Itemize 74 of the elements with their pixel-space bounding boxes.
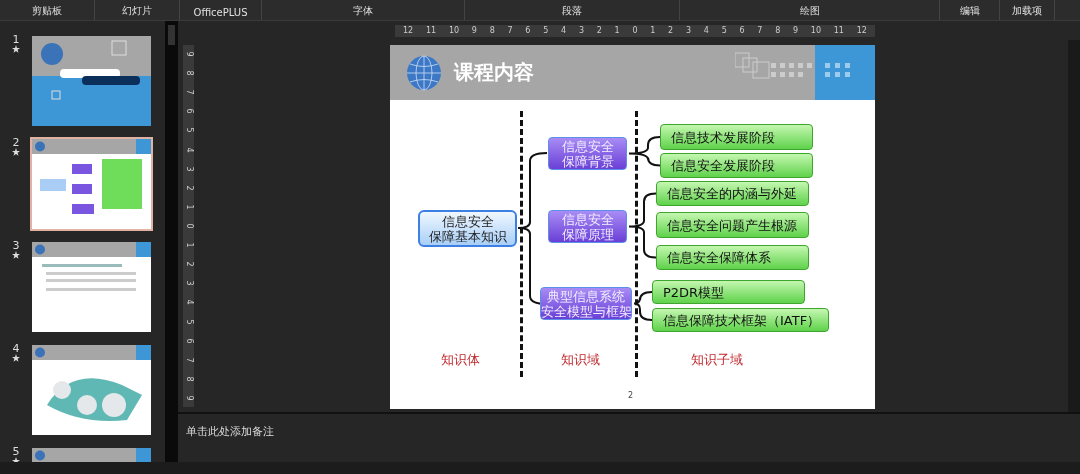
ribbon-group-label: 幻灯片 (122, 4, 152, 18)
ruler-number: 2 (184, 185, 193, 191)
subdomain-node: 信息安全的内涵与外延 (656, 181, 809, 206)
ribbon-group-label: OfficePLUS (193, 7, 248, 18)
slide-number: 2 (12, 137, 20, 148)
ruler-number: 7 (184, 89, 193, 95)
ruler-number: 3 (184, 280, 193, 286)
ruler-number: 7 (757, 26, 763, 35)
notes-field[interactable]: 单击此处添加备注 (186, 425, 486, 438)
column-label: 知识域 (559, 351, 601, 369)
slide-number: 3 (12, 240, 20, 251)
ruler-number: 9 (184, 395, 193, 401)
slide-title: 课程内容 (454, 59, 534, 86)
ruler-number: 2 (184, 261, 193, 267)
ruler-number: 1 (184, 204, 193, 210)
ruler-number: 6 (739, 26, 745, 35)
subdomain-node: 信息安全问题产生根源 (656, 212, 809, 238)
ruler-number: 9 (184, 51, 193, 57)
page-number: 2 (628, 391, 634, 400)
ruler-number: 2 (596, 26, 602, 35)
ruler-number: 4 (184, 147, 193, 153)
domain-node: 典型信息系统 安全模型与框架 (540, 287, 632, 320)
subdomain-node: 信息技术发展阶段 (660, 124, 813, 150)
ruler-number: 10 (448, 26, 460, 35)
ruler-number: 4 (561, 26, 567, 35)
subdomain-node: P2DR模型 (652, 280, 805, 304)
slide-number: 4 (12, 343, 20, 354)
ruler-number: 10 (810, 26, 822, 35)
subdomain-node: 信息保障技术框架（IATF） (652, 308, 829, 332)
ruler-number: 6 (184, 108, 193, 114)
ruler-number: 11 (425, 26, 437, 35)
slide-number: 5 (12, 446, 20, 457)
ruler-number: 0 (632, 26, 638, 35)
ruler-number: 5 (543, 26, 549, 35)
ruler-number: 4 (703, 26, 709, 35)
ruler-number: 7 (507, 26, 513, 35)
ruler-number: 6 (184, 338, 193, 344)
ruler-number: 9 (793, 26, 799, 35)
ruler-number: 3 (184, 166, 193, 172)
ribbon-group-label: 加载项 (1012, 4, 1042, 18)
knowledge-node: 信息安全 保障基本知识 (418, 210, 517, 247)
ribbon-group-label: 段落 (562, 4, 582, 18)
ruler-number: 5 (721, 26, 727, 35)
ruler-number: 8 (489, 26, 495, 35)
ruler-number: 12 (403, 26, 414, 35)
ruler-number: 1 (650, 26, 656, 35)
ruler-number: 6 (525, 26, 531, 35)
slide-number: 1 (12, 34, 20, 45)
domain-node: 信息安全 保障原理 (548, 210, 627, 243)
ruler-number: 3 (685, 26, 692, 35)
ribbon-group-label: 编辑 (959, 4, 980, 18)
column-label: 知识子域 (690, 351, 744, 369)
ruler-number: 3 (578, 26, 584, 35)
ruler-number: 8 (775, 26, 781, 35)
domain-node: 信息安全 保障背景 (548, 137, 627, 170)
ribbon-group-label: 绘图 (799, 4, 820, 18)
ruler-number: 11 (833, 26, 844, 35)
ruler-number: 7 (184, 357, 193, 363)
ruler-number: 0 (184, 223, 193, 229)
ribbon-group-label: 剪贴板 (32, 4, 62, 18)
column-label: 知识体 (439, 351, 481, 369)
ruler-number: 1 (184, 242, 193, 248)
ruler-number: 2 (668, 26, 674, 35)
subdomain-node: 信息安全保障体系 (656, 245, 809, 270)
ruler-number: 5 (184, 127, 193, 133)
ruler-number: 4 (184, 299, 193, 305)
ribbon-group-label: 字体 (353, 4, 373, 18)
ruler-number: 9 (471, 26, 477, 35)
subdomain-node: 信息安全发展阶段 (660, 153, 813, 178)
ruler-number: 8 (184, 376, 193, 382)
ruler-number: 8 (184, 70, 193, 76)
ruler-number: 1 (614, 26, 620, 35)
ruler-number: 5 (184, 319, 193, 325)
ruler-number: 12 (856, 26, 867, 35)
